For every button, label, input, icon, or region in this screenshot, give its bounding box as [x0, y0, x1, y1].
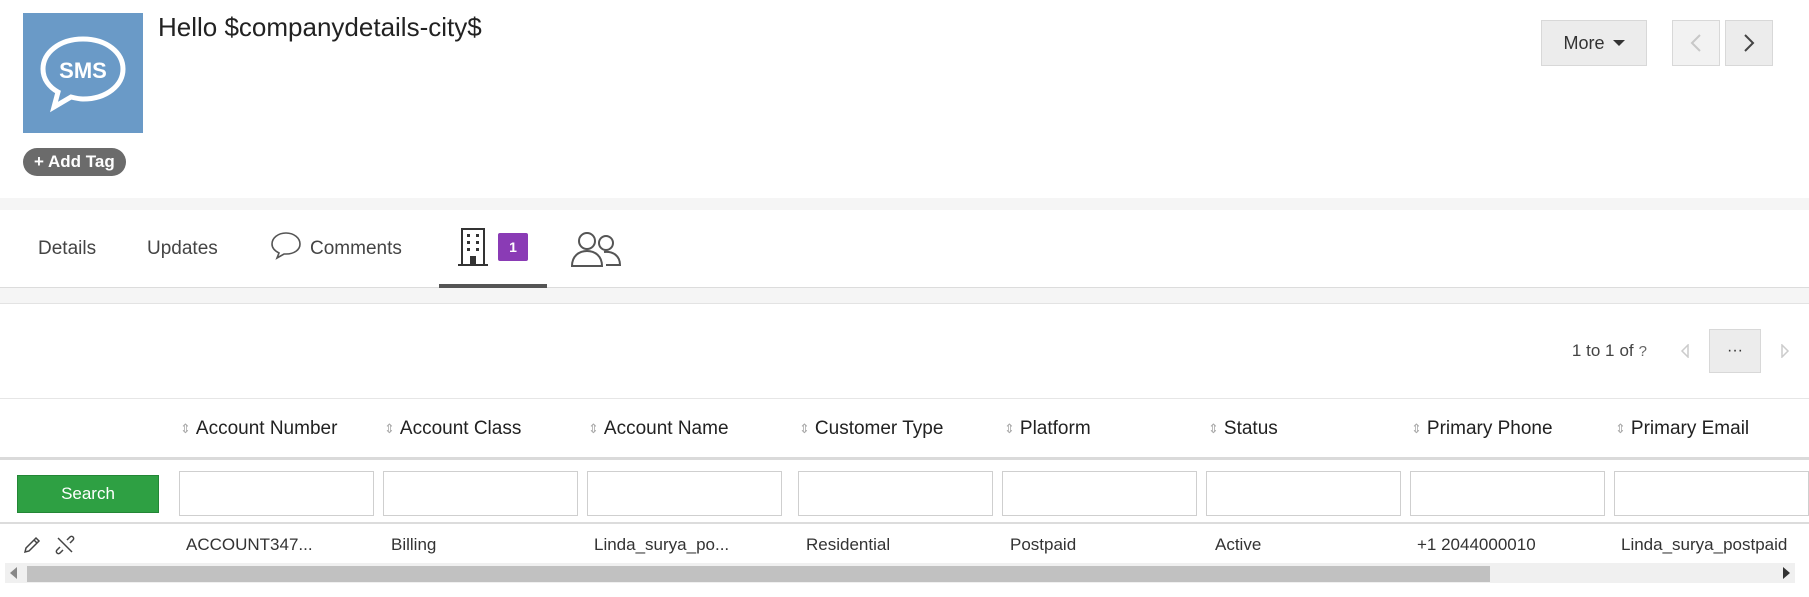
more-button[interactable]: More — [1541, 20, 1647, 66]
sort-icon: ⇕ — [1004, 421, 1015, 436]
sort-icon: ⇕ — [180, 421, 191, 436]
sort-icon: ⇕ — [1411, 421, 1422, 436]
ellipsis-icon: ··· — [1727, 342, 1743, 359]
triangle-right-icon — [1781, 344, 1790, 358]
tab-label: Details — [38, 238, 97, 259]
sort-icon: ⇕ — [588, 421, 599, 436]
count-help-icon[interactable]: ? — [1639, 343, 1647, 360]
add-tag-button[interactable]: + Add Tag — [23, 148, 126, 176]
page-title: Hello $companydetails-city$ — [158, 12, 482, 42]
next-record-button[interactable] — [1725, 20, 1773, 66]
table-row[interactable]: ACCOUNT347... Billing Linda_surya_po... … — [0, 526, 1809, 564]
cell-status: Active — [1215, 535, 1262, 554]
record-tabs: Details Updates Comments 1 — [0, 210, 1809, 288]
sms-logo: SMS — [23, 13, 143, 133]
tab-details[interactable]: Details — [38, 210, 96, 288]
scroll-left-icon[interactable] — [10, 567, 17, 579]
column-header-account-number[interactable]: ⇕ Account Number — [180, 399, 337, 459]
page-options-button[interactable]: ··· — [1709, 329, 1761, 373]
filter-row: Search — [0, 462, 1809, 524]
column-header-customer-type[interactable]: ⇕ Customer Type — [799, 399, 943, 459]
people-icon — [570, 232, 622, 267]
filter-customer-type-input[interactable] — [798, 471, 993, 516]
horizontal-scrollbar[interactable] — [5, 563, 1795, 583]
cell-primary-phone: +1 2044000010 — [1417, 535, 1536, 554]
pagination-of: of — [1619, 341, 1634, 360]
column-label: Platform — [1019, 418, 1091, 439]
cell-customer-type: Residential — [806, 535, 891, 554]
tab-label: Comments — [310, 238, 402, 259]
caret-down-icon — [1612, 40, 1625, 46]
svg-text:SMS: SMS — [59, 58, 107, 83]
scroll-right-icon[interactable] — [1783, 567, 1790, 579]
column-header-account-class[interactable]: ⇕ Account Class — [384, 399, 521, 459]
column-header-platform[interactable]: ⇕ Platform — [1004, 399, 1091, 459]
tab-label: Updates — [147, 238, 218, 259]
cell-account-name[interactable]: Linda_surya_po... — [594, 526, 784, 564]
search-button[interactable]: Search — [17, 475, 159, 513]
accounts-panel: 1 to 1 of ? ··· ⇕ Account Number ⇕ Account… — [0, 303, 1809, 597]
sort-icon: ⇕ — [799, 421, 810, 436]
filter-account-name-input[interactable] — [587, 471, 782, 516]
column-label: Customer Type — [814, 418, 944, 439]
sort-icon: ⇕ — [384, 421, 395, 436]
chevron-left-icon — [1690, 34, 1701, 52]
column-label: Account Number — [195, 418, 338, 439]
column-label: Primary Phone — [1426, 418, 1553, 439]
scrollbar-thumb[interactable] — [27, 566, 1490, 582]
column-label: Primary Email — [1630, 418, 1750, 439]
next-page-button[interactable] — [1761, 329, 1809, 373]
column-label: Account Class — [399, 418, 522, 439]
cell-account-number[interactable]: ACCOUNT347... — [186, 526, 376, 564]
pagination-info: 1 to 1 of ? — [1572, 341, 1647, 361]
record-header: SMS Hello $companydetails-city$ + Add Ta… — [0, 0, 1809, 198]
filter-primary-phone-input[interactable] — [1410, 471, 1605, 516]
column-header-primary-email[interactable]: ⇕ Primary Email — [1615, 399, 1749, 459]
comment-bubble-icon — [271, 232, 301, 260]
sort-icon: ⇕ — [1208, 421, 1219, 436]
chevron-right-icon — [1744, 34, 1755, 52]
building-icon — [458, 228, 488, 266]
accounts-count-badge: 1 — [498, 233, 528, 261]
tab-comments[interactable]: Comments — [270, 210, 402, 288]
sms-bubble-icon: SMS — [40, 36, 126, 113]
cell-primary-email: Linda_surya_postpaid — [1621, 535, 1788, 554]
previous-record-button[interactable] — [1672, 20, 1720, 66]
column-label: Account Name — [603, 418, 729, 439]
filter-account-class-input[interactable] — [383, 471, 578, 516]
filter-primary-email-input[interactable] — [1614, 471, 1809, 516]
column-header-account-name[interactable]: ⇕ Account Name — [588, 399, 729, 459]
pagination-range: 1 to 1 — [1571, 341, 1615, 360]
column-label: Status — [1223, 418, 1278, 439]
cell-account-class: Billing — [391, 535, 437, 554]
tab-updates[interactable]: Updates — [147, 210, 218, 288]
previous-page-button[interactable] — [1661, 329, 1709, 373]
triangle-left-icon — [1680, 344, 1689, 358]
sort-icon: ⇕ — [1615, 421, 1626, 436]
grid-header: ⇕ Account Number ⇕ Account Class ⇕ Account … — [0, 398, 1809, 460]
unlink-icon[interactable] — [54, 526, 76, 564]
filter-platform-input[interactable] — [1002, 471, 1197, 516]
more-label: More — [1563, 32, 1605, 53]
cell-platform: Postpaid — [1010, 535, 1077, 554]
filter-status-input[interactable] — [1206, 471, 1401, 516]
pagination: 1 to 1 of ? ··· — [1572, 329, 1809, 373]
edit-icon[interactable] — [22, 526, 42, 564]
column-header-status[interactable]: ⇕ Status — [1208, 399, 1278, 459]
filter-account-number-input[interactable] — [179, 471, 374, 516]
column-header-primary-phone[interactable]: ⇕ Primary Phone — [1411, 399, 1553, 459]
tab-contacts[interactable] — [570, 210, 622, 288]
tab-accounts[interactable]: 1 — [439, 210, 547, 288]
